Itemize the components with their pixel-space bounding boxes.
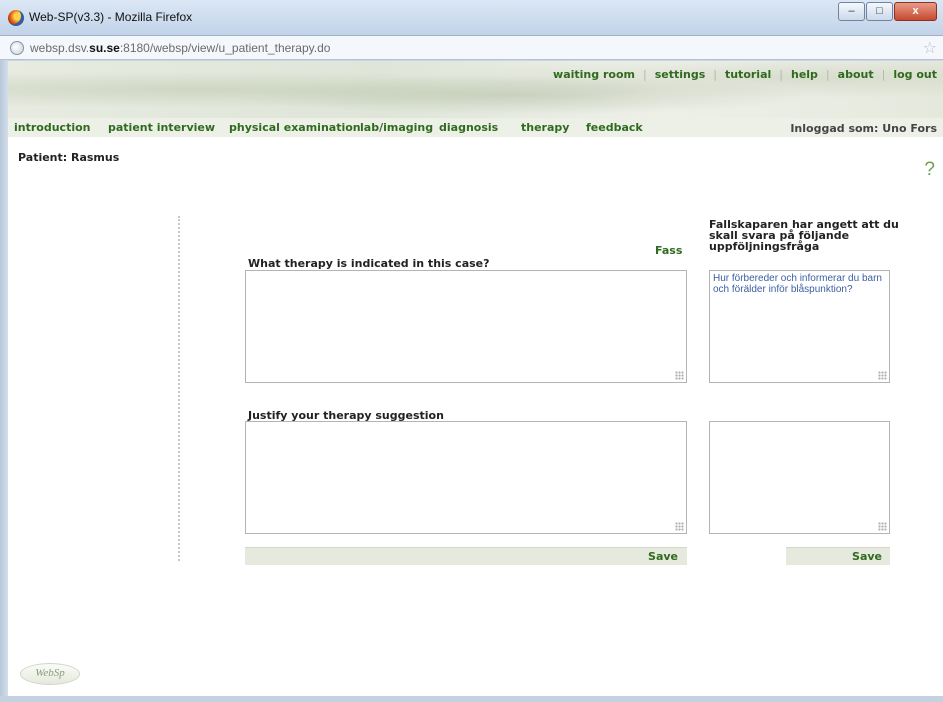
window-title: Web-SP(v3.3) - Mozilla Firefox xyxy=(29,10,193,24)
logged-in-user: Inloggad som: Uno Fors xyxy=(790,122,937,135)
minimize-button[interactable]: – xyxy=(838,2,865,21)
nav-diagnosis[interactable]: diagnosis xyxy=(439,121,498,134)
nav-introduction[interactable]: introduction xyxy=(14,121,90,134)
resize-grip-icon[interactable] xyxy=(878,371,887,380)
resize-grip-icon[interactable] xyxy=(878,522,887,531)
top-link-tutorial[interactable]: tutorial xyxy=(725,68,771,81)
top-link-help[interactable]: help xyxy=(791,68,818,81)
followup-answer-textarea[interactable] xyxy=(709,421,890,534)
separator: | xyxy=(825,68,830,81)
maximize-button[interactable]: □ xyxy=(866,2,893,21)
separator: | xyxy=(779,68,783,81)
url-text[interactable]: websp.dsv.su.se:8180/websp/view/u_patien… xyxy=(30,41,330,55)
save-therapy-button[interactable]: Save xyxy=(648,550,678,563)
followup-title: Fallskaparen har angett att du skall sva… xyxy=(709,218,899,253)
header-banner: waiting room | settings | tutorial | hel… xyxy=(8,61,943,118)
separator: | xyxy=(881,68,886,81)
nav-therapy[interactable]: therapy xyxy=(521,121,569,134)
followup-question-text: Hur förbereder och informerar du barn oc… xyxy=(713,273,882,295)
separator: | xyxy=(642,68,647,81)
nav-physical-examination[interactable]: physical examination xyxy=(229,121,361,134)
window-bottom-edge xyxy=(0,696,943,702)
top-links: waiting room | settings | tutorial | hel… xyxy=(553,68,937,81)
save-bar-followup: Save xyxy=(786,547,890,565)
nav-patient-interview[interactable]: patient interview xyxy=(108,121,215,134)
bookmark-star-icon[interactable]: ☆ xyxy=(923,38,937,57)
resize-grip-icon[interactable] xyxy=(675,522,684,531)
websp-logo: WebSp xyxy=(20,663,80,685)
close-window-button[interactable]: x xyxy=(894,2,937,21)
followup-question-box: Hur förbereder och informerar du barn oc… xyxy=(709,270,890,383)
url-suffix: :8180/websp/view/u_patient_therapy.do xyxy=(119,41,331,55)
save-followup-button[interactable]: Save xyxy=(852,550,882,563)
resize-grip-icon[interactable] xyxy=(675,371,684,380)
nav-lab-imaging[interactable]: lab/imaging xyxy=(360,121,433,134)
window-controls: – □ x xyxy=(837,2,937,21)
justify-textarea[interactable] xyxy=(245,421,687,534)
page-content: waiting room | settings | tutorial | hel… xyxy=(8,61,943,697)
websp-logo-text: WebSp xyxy=(35,667,65,679)
top-link-log-out[interactable]: log out xyxy=(893,68,937,81)
fass-link[interactable]: Fass xyxy=(655,244,682,257)
therapy-question-label: What therapy is indicated in this case? xyxy=(248,257,490,270)
top-link-settings[interactable]: settings xyxy=(655,68,706,81)
vertical-divider xyxy=(178,216,180,561)
address-bar[interactable]: websp.dsv.su.se:8180/websp/view/u_patien… xyxy=(0,36,943,60)
window-left-edge xyxy=(0,60,8,702)
top-link-waiting-room[interactable]: waiting room xyxy=(553,68,635,81)
firefox-logo-icon xyxy=(8,10,24,26)
save-bar-therapy: Save xyxy=(245,547,687,565)
globe-icon xyxy=(10,41,24,55)
main-nav: introduction patient interview physical … xyxy=(8,118,943,137)
separator: | xyxy=(713,68,717,81)
top-link-about[interactable]: about xyxy=(838,68,874,81)
url-prefix: websp.dsv. xyxy=(30,41,90,55)
therapy-textarea[interactable] xyxy=(245,270,687,383)
nav-feedback[interactable]: feedback xyxy=(586,121,643,134)
window-titlebar: Web-SP(v3.3) - Mozilla Firefox – □ x xyxy=(0,0,943,36)
patient-name: Patient: Rasmus xyxy=(18,151,120,164)
url-domain: su.se xyxy=(89,41,120,55)
help-question-icon[interactable]: ? xyxy=(924,159,935,181)
